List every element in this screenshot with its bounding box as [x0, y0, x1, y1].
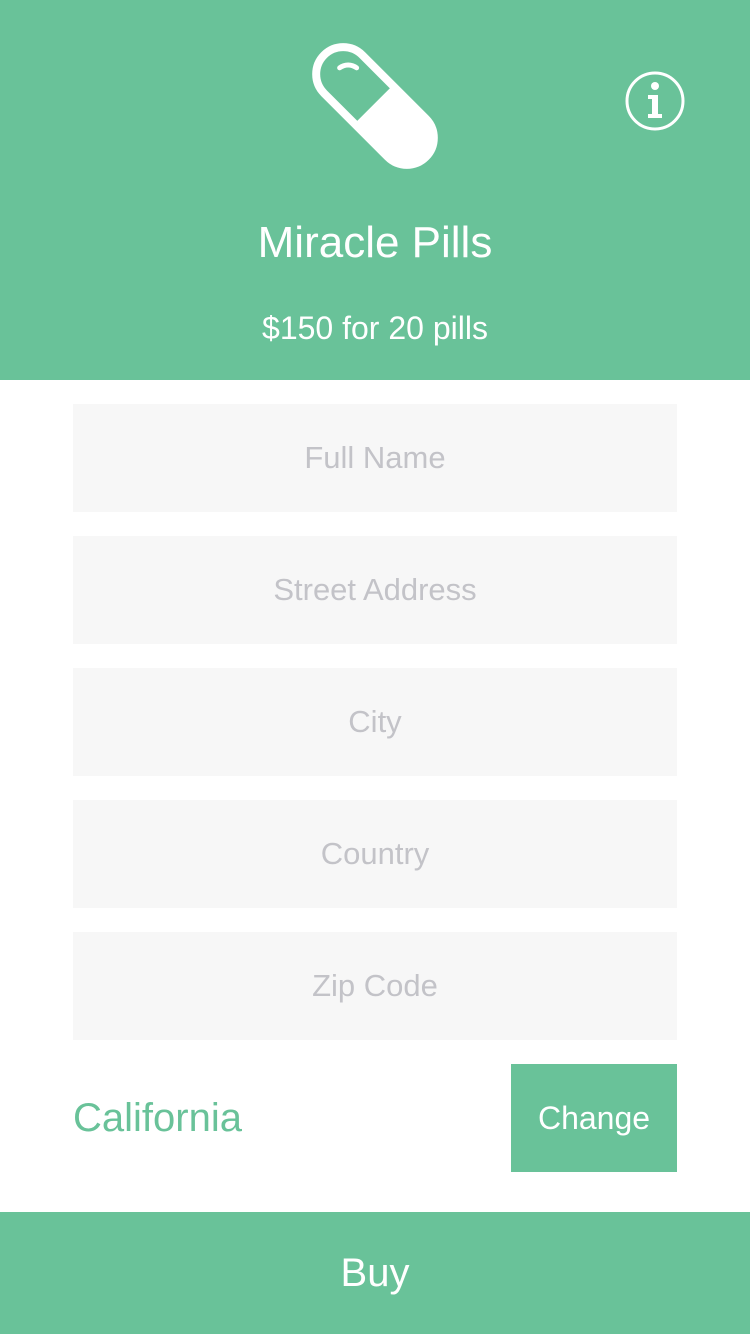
state-label: California	[73, 1096, 242, 1140]
street-address-field[interactable]	[73, 536, 677, 644]
info-icon[interactable]	[624, 70, 686, 132]
buy-button[interactable]: Buy	[0, 1212, 750, 1334]
change-state-button[interactable]: Change	[511, 1064, 677, 1172]
product-title: Miracle Pills	[257, 218, 493, 267]
header-banner: Miracle Pills $150 for 20 pills	[0, 0, 750, 380]
city-field[interactable]	[73, 668, 677, 776]
pill-icon	[312, 43, 438, 169]
zip-code-field[interactable]	[73, 932, 677, 1040]
full-name-field[interactable]	[73, 404, 677, 512]
country-field[interactable]	[73, 800, 677, 908]
product-price: $150 for 20 pills	[262, 310, 488, 346]
